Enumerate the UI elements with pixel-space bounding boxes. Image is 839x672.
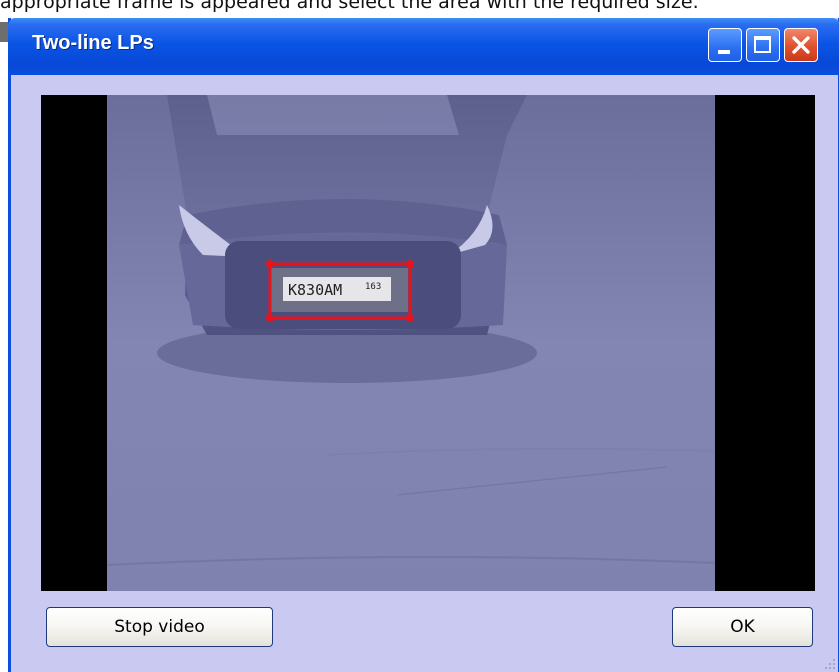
maximize-icon xyxy=(754,36,771,53)
minimize-icon xyxy=(718,50,730,54)
minimize-button[interactable] xyxy=(708,28,742,62)
ok-button[interactable]: OK xyxy=(672,607,813,647)
close-button[interactable] xyxy=(784,28,818,62)
selection-handle-bl[interactable] xyxy=(266,314,274,322)
plate-text: K830AM xyxy=(288,281,342,299)
selection-handle-br[interactable] xyxy=(406,314,414,322)
close-icon xyxy=(792,36,810,54)
selection-handle-tr[interactable] xyxy=(406,260,414,268)
background-window-edge xyxy=(0,22,8,42)
resize-grip-icon[interactable] xyxy=(824,658,836,670)
plate-region: 163 xyxy=(365,282,381,292)
document-caption: appropriate frame is appeared and select… xyxy=(0,0,699,13)
title-bar[interactable]: Two-line LPs xyxy=(8,18,839,75)
video-view[interactable]: K830AM 163 xyxy=(41,95,815,591)
camera-image: K830AM 163 xyxy=(107,95,715,591)
camera-frame[interactable]: K830AM 163 xyxy=(107,95,715,591)
stop-video-button[interactable]: Stop video xyxy=(46,607,273,647)
dialog-window: Two-line LPs K830AM 163 Stop video OK xyxy=(8,18,839,672)
window-title: Two-line LPs xyxy=(32,32,154,54)
maximize-button[interactable] xyxy=(746,28,780,62)
selection-handle-tl[interactable] xyxy=(266,260,274,268)
